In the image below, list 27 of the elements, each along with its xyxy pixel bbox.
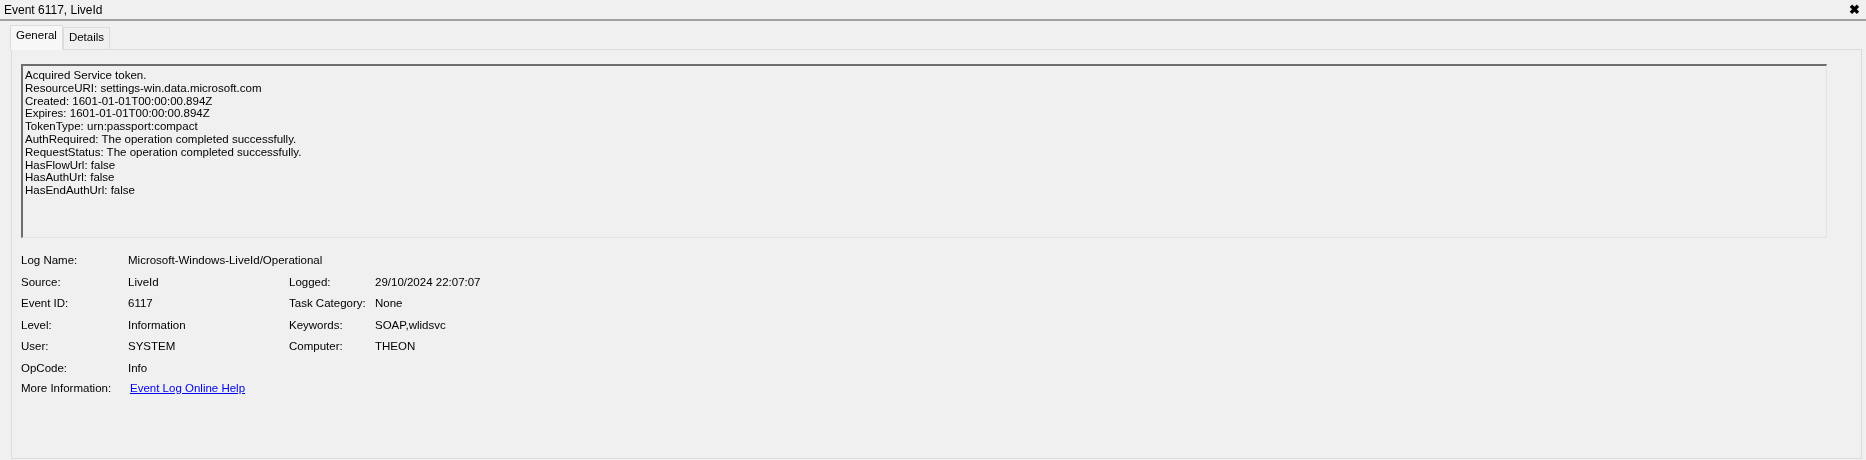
field-value: SOAP,wlidsvc xyxy=(375,317,447,333)
field-label: User: xyxy=(21,339,50,354)
field-label: Log Name: xyxy=(21,253,79,268)
tab[interactable]: General xyxy=(10,25,63,50)
tab[interactable]: Details xyxy=(62,27,111,49)
field-label: Source: xyxy=(21,274,62,290)
field-value: None xyxy=(375,296,404,311)
field-label: Computer: xyxy=(289,339,344,354)
field-value: 29/10/2024 22:07:07 xyxy=(375,274,482,290)
field-value: Information xyxy=(128,317,187,333)
close-button[interactable]: ✖ xyxy=(1847,3,1862,16)
field-label: Event ID: xyxy=(21,296,70,311)
field-label: Keywords: xyxy=(289,317,344,333)
event-description: Acquired Service token. ResourceURI: settings-win.data.microsoft.com Created: 1601-01-01T00:00:00.894Z Expires: 1601-01-01T00:00:00.894Z TokenType: urn:passport:compact AuthRequired: The operation completed successfully. RequestStatus: The operation completed successfully. HasFlowUrl: false HasAuthUrl: false HasEndAuthUrl: false xyxy=(21,64,1827,238)
field-label: OpCode: xyxy=(21,360,69,376)
field-label: More Information: xyxy=(21,381,113,396)
window-title: Event 6117, LiveId xyxy=(4,2,103,17)
field-value: 6117 xyxy=(128,296,154,311)
field-value: LiveId xyxy=(128,274,160,290)
field-label: Logged: xyxy=(289,274,332,290)
help-link[interactable]: Event Log Online Help xyxy=(130,382,246,394)
field-value: Microsoft-Windows-LiveId/Operational xyxy=(128,253,324,268)
field-label: Level: xyxy=(21,317,53,333)
field-value: Info xyxy=(128,360,149,376)
field-value: THEON xyxy=(375,339,417,354)
field-value: SYSTEM xyxy=(128,339,177,354)
field-label: Task Category: xyxy=(289,296,367,311)
